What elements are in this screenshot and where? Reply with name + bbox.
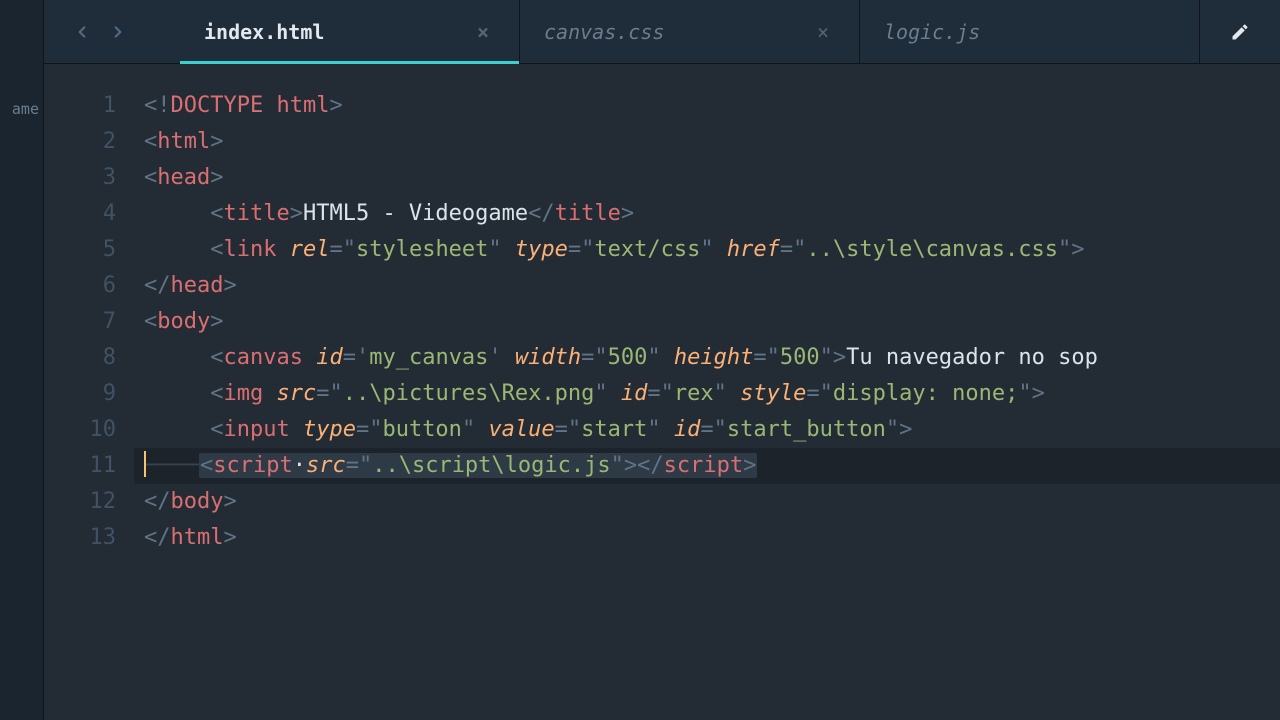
line-number: 6 [44,268,116,304]
pencil-icon [1230,22,1250,42]
chevron-right-icon [109,23,127,41]
tab-bar: index.html × canvas.css × logic.js [44,0,1280,64]
close-icon[interactable]: × [471,20,495,44]
tab-logic-js[interactable]: logic.js [860,0,1200,63]
code-line[interactable]: <canvas id='my_canvas' width="500" heigh… [134,340,1280,376]
line-number: 10 [44,412,116,448]
app-root: ame index.html×canvas.css×logic.js 12345… [0,0,1280,720]
tabs-container: index.html × canvas.css × logic.js [180,0,1200,63]
line-number: 9 [44,376,116,412]
tab-edit-button[interactable] [1200,22,1280,42]
code-line[interactable]: <html> [134,124,1280,160]
code-line[interactable]: ────<script·src="..\script\logic.js"></s… [134,448,1280,484]
sidebar-folder-label: ame [12,100,39,118]
code-line[interactable]: <input type="button" value="start" id="s… [134,412,1280,448]
code-line[interactable]: <!DOCTYPE html> [134,88,1280,124]
line-number: 4 [44,196,116,232]
tab-label: index.html [204,20,324,44]
main-pane: index.html×canvas.css×logic.js 123456789… [44,0,1280,720]
code-area[interactable]: <!DOCTYPE html><html><head> <title>HTML5… [134,64,1280,720]
tab-index-html[interactable]: index.html × [180,0,520,63]
code-editor[interactable]: 12345678910111213 <!DOCTYPE html><html><… [44,64,1280,720]
line-number: 3 [44,160,116,196]
code-line[interactable]: <head> [134,160,1280,196]
tab-canvas-css[interactable]: canvas.css × [520,0,860,63]
line-number: 2 [44,124,116,160]
code-line[interactable]: <body> [134,304,1280,340]
tab-history-nav [68,18,132,46]
code-line[interactable]: </html> [134,520,1280,556]
line-number: 13 [44,520,116,556]
line-number: 7 [44,304,116,340]
project-sidebar[interactable]: ame [0,0,44,720]
tab-label: logic.js [884,20,980,44]
line-number: 8 [44,340,116,376]
line-number-gutter: 12345678910111213 [44,64,134,720]
line-number: 11 [44,448,116,484]
line-number: 12 [44,484,116,520]
code-line[interactable]: <link rel="stylesheet" type="text/css" h… [134,232,1280,268]
code-line[interactable]: </head> [134,268,1280,304]
line-number: 1 [44,88,116,124]
nav-back-button[interactable] [68,18,96,46]
code-line[interactable]: <title>HTML5 - Videogame</title> [134,196,1280,232]
line-number: 5 [44,232,116,268]
code-line[interactable]: <img src="..\pictures\Rex.png" id="rex" … [134,376,1280,412]
nav-forward-button[interactable] [104,18,132,46]
code-line[interactable]: </body> [134,484,1280,520]
chevron-left-icon [73,23,91,41]
close-icon[interactable]: × [811,20,835,44]
tab-label: canvas.css [544,20,664,44]
